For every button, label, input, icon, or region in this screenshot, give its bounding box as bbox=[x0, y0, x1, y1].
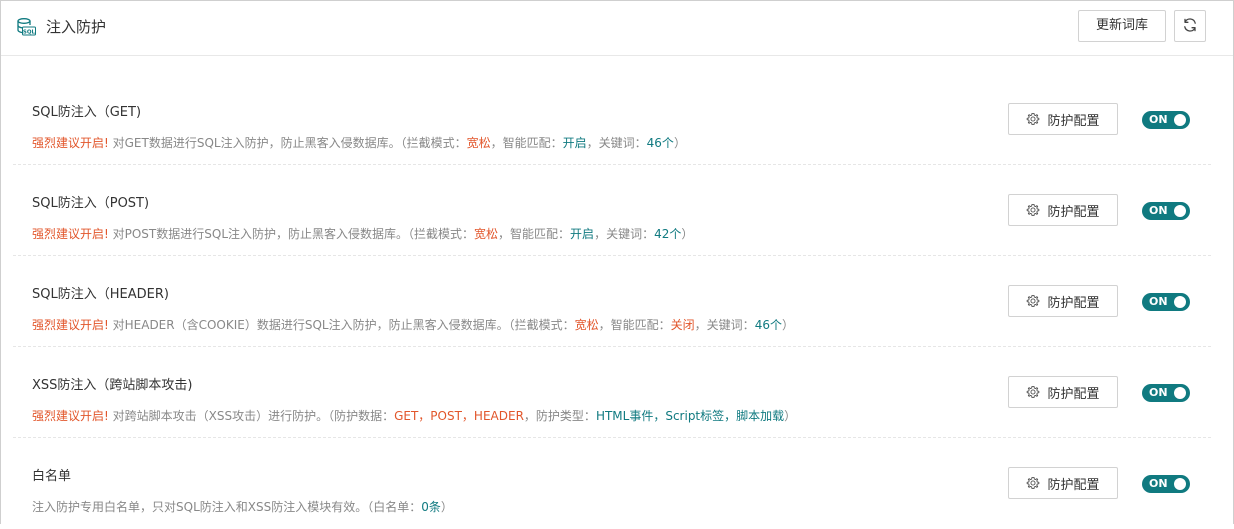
gear-icon bbox=[1027, 294, 1040, 308]
description-segment: 开启 bbox=[570, 227, 595, 241]
protection-config-button[interactable]: 防护配置 bbox=[1008, 467, 1118, 499]
svg-text:SQL: SQL bbox=[23, 29, 36, 35]
description-segment: 宽松 bbox=[474, 227, 499, 241]
toggle-knob bbox=[1174, 478, 1186, 490]
description-segment: 强烈建议开启! bbox=[32, 136, 109, 150]
protection-row-description: 强烈建议开启! 对跨站脚本攻击（XSS攻击）进行防护。（防护数据：GET，POS… bbox=[32, 407, 796, 425]
protection-config-button[interactable]: 防护配置 bbox=[1008, 376, 1118, 408]
description-segment: ，关键词： bbox=[586, 136, 647, 150]
gear-icon bbox=[1027, 476, 1040, 490]
protection-row-title: SQL防注入（GET) bbox=[32, 105, 142, 120]
protection-toggle[interactable]: ON bbox=[1142, 293, 1190, 311]
refresh-icon bbox=[1182, 17, 1198, 36]
protection-row: SQL防注入（HEADER) 强烈建议开启! 对HEADER（含COOKIE）数… bbox=[13, 256, 1211, 347]
update-dictionary-button[interactable]: 更新词库 bbox=[1078, 10, 1166, 42]
panel-header: SQL 注入防护 更新词库 bbox=[1, 1, 1233, 56]
toggle-label: ON bbox=[1149, 295, 1168, 308]
description-segment: ） bbox=[440, 500, 453, 514]
protection-toggle[interactable]: ON bbox=[1142, 202, 1190, 220]
description-segment: ，关键词： bbox=[694, 318, 755, 332]
protection-toggle[interactable]: ON bbox=[1142, 384, 1190, 402]
panel: SQL 注入防护 更新词库 SQL防注入（GET) 强烈建议开启! 对GET数据… bbox=[0, 0, 1234, 524]
page-title: 注入防护 bbox=[46, 18, 107, 36]
protection-row-title: SQL防注入（HEADER) bbox=[32, 287, 169, 302]
protection-row-title: XSS防注入（跨站脚本攻击) bbox=[32, 378, 193, 393]
toggle-label: ON bbox=[1149, 204, 1168, 217]
protection-row: SQL防注入（POST) 强烈建议开启! 对POST数据进行SQL注入防护，防止… bbox=[13, 165, 1211, 256]
description-segment: 强烈建议开启! bbox=[32, 227, 109, 241]
description-segment: ，关键词： bbox=[594, 227, 655, 241]
protection-row: SQL防注入（GET) 强烈建议开启! 对GET数据进行SQL注入防护，防止黑客… bbox=[13, 74, 1211, 165]
protection-row-description: 注入防护专用白名单，只对SQL防注入和XSS防注入模块有效。（白名单：0条） bbox=[32, 498, 453, 516]
description-segment: ，智能匹配： bbox=[490, 136, 563, 150]
description-segment: 46个 bbox=[646, 136, 674, 150]
toggle-label: ON bbox=[1149, 477, 1168, 490]
description-segment: ） bbox=[673, 136, 686, 150]
protection-config-button[interactable]: 防护配置 bbox=[1008, 285, 1118, 317]
protection-row: XSS防注入（跨站脚本攻击) 强烈建议开启! 对跨站脚本攻击（XSS攻击）进行防… bbox=[13, 347, 1211, 438]
protection-row-description: 强烈建议开启! 对POST数据进行SQL注入防护，防止黑客入侵数据库。（拦截模式… bbox=[32, 225, 693, 243]
protection-config-label: 防护配置 bbox=[1047, 476, 1100, 492]
description-segment: 强烈建议开启! bbox=[32, 318, 109, 332]
description-segment: 46个 bbox=[754, 318, 782, 332]
description-segment: 42个 bbox=[654, 227, 682, 241]
gear-icon bbox=[1027, 203, 1040, 217]
protection-config-label: 防护配置 bbox=[1047, 112, 1100, 128]
description-segment: 注入防护专用白名单，只对SQL防注入和XSS防注入模块有效。（白名单： bbox=[32, 500, 422, 514]
description-segment: ） bbox=[784, 409, 797, 423]
protection-toggle[interactable]: ON bbox=[1142, 475, 1190, 493]
description-segment: ，防护类型： bbox=[523, 409, 596, 423]
protection-config-label: 防护配置 bbox=[1047, 294, 1100, 310]
toggle-knob bbox=[1174, 205, 1186, 217]
description-segment: 对跨站脚本攻击（XSS攻击）进行防护。（防护数据： bbox=[108, 409, 395, 423]
gear-icon bbox=[1027, 385, 1040, 399]
protection-config-label: 防护配置 bbox=[1047, 385, 1100, 401]
refresh-button[interactable] bbox=[1174, 10, 1206, 42]
description-segment: 宽松 bbox=[466, 136, 491, 150]
protection-row-description: 强烈建议开启! 对GET数据进行SQL注入防护，防止黑客入侵数据库。（拦截模式：… bbox=[32, 134, 686, 152]
toggle-knob bbox=[1174, 114, 1186, 126]
description-segment: 对GET数据进行SQL注入防护，防止黑客入侵数据库。（拦截模式： bbox=[108, 136, 467, 150]
description-segment: 0条 bbox=[421, 500, 441, 514]
description-segment: HTML事件，Script标签，脚本加载 bbox=[595, 409, 785, 423]
description-segment: 宽松 bbox=[574, 318, 599, 332]
protection-toggle[interactable]: ON bbox=[1142, 111, 1190, 129]
protection-row: 白名单 注入防护专用白名单，只对SQL防注入和XSS防注入模块有效。（白名单：0… bbox=[13, 438, 1211, 529]
toggle-knob bbox=[1174, 387, 1186, 399]
protection-row-title: SQL防注入（POST) bbox=[32, 196, 150, 211]
description-segment: ，智能匹配： bbox=[598, 318, 671, 332]
gear-icon bbox=[1027, 112, 1040, 126]
description-segment: 开启 bbox=[562, 136, 587, 150]
description-segment: 关闭 bbox=[670, 318, 695, 332]
description-segment: ） bbox=[781, 318, 794, 332]
protection-row-description: 强烈建议开启! 对HEADER（含COOKIE）数据进行SQL注入防护，防止黑客… bbox=[32, 316, 794, 334]
description-segment: GET，POST，HEADER bbox=[394, 409, 524, 423]
toggle-knob bbox=[1174, 296, 1186, 308]
protection-config-button[interactable]: 防护配置 bbox=[1008, 194, 1118, 226]
description-segment: 对POST数据进行SQL注入防护，防止黑客入侵数据库。（拦截模式： bbox=[108, 227, 475, 241]
description-segment: 对HEADER（含COOKIE）数据进行SQL注入防护，防止黑客入侵数据库。（拦… bbox=[108, 318, 575, 332]
sql-database-icon: SQL bbox=[16, 17, 36, 37]
toggle-label: ON bbox=[1149, 386, 1168, 399]
protection-row-title: 白名单 bbox=[32, 469, 72, 484]
description-segment: 强烈建议开启! bbox=[32, 409, 109, 423]
toggle-label: ON bbox=[1149, 113, 1168, 126]
description-segment: ，智能匹配： bbox=[498, 227, 571, 241]
protection-config-button[interactable]: 防护配置 bbox=[1008, 103, 1118, 135]
description-segment: ） bbox=[681, 227, 694, 241]
protection-config-label: 防护配置 bbox=[1047, 203, 1100, 219]
